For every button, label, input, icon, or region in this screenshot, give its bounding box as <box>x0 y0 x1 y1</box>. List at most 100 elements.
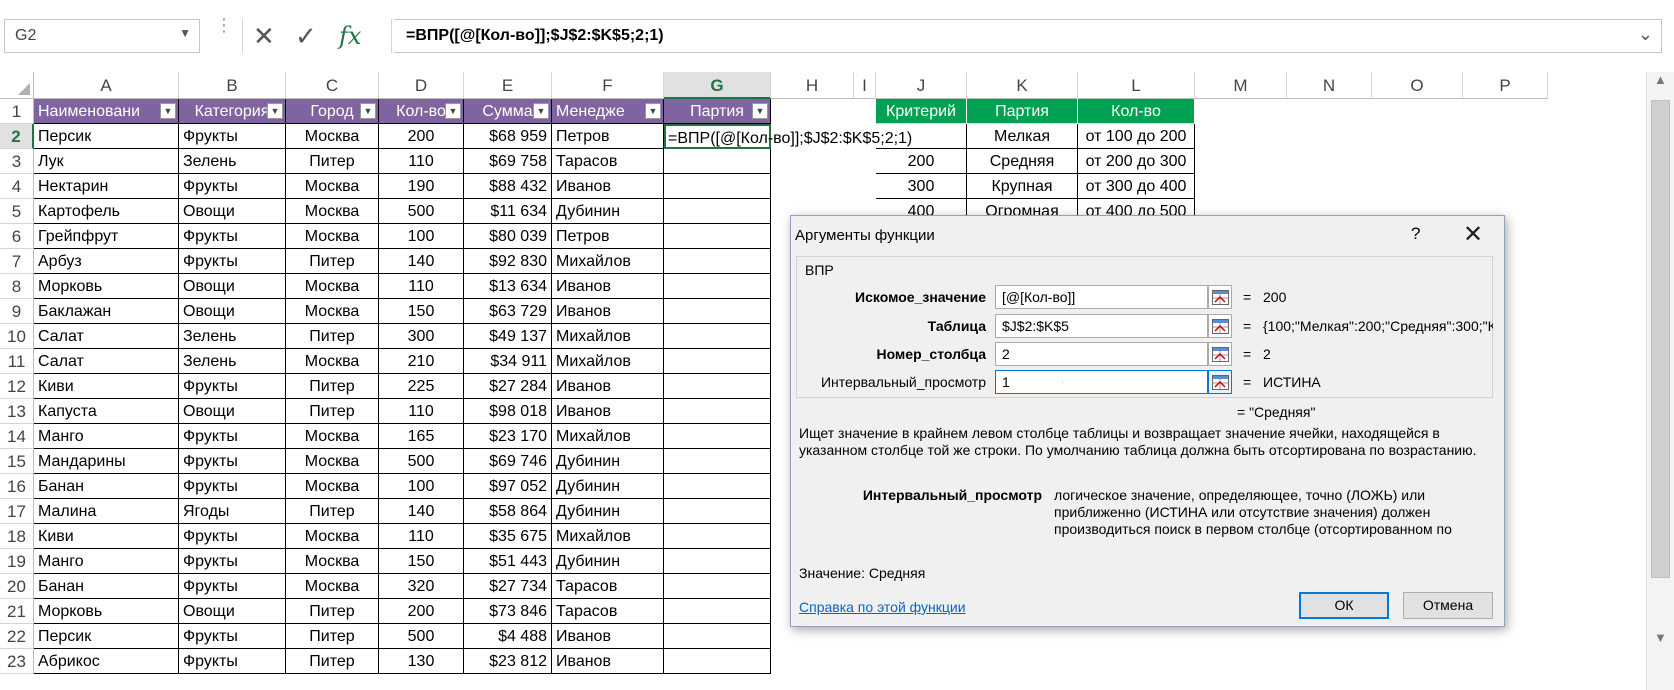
cancel-icon[interactable]: ✕ <box>253 21 275 51</box>
table-cell[interactable]: 300 <box>379 324 464 349</box>
column-header-n[interactable]: N <box>1287 72 1372 99</box>
scrollbar-thumb[interactable] <box>1651 100 1670 578</box>
row-header-21[interactable]: 21 <box>0 599 34 624</box>
column-header-d[interactable]: D <box>379 72 464 99</box>
column-header-a[interactable]: A <box>34 72 179 99</box>
row-header-4[interactable]: 4 <box>0 174 34 199</box>
table-cell[interactable]: Москва <box>286 474 379 499</box>
table-cell[interactable]: Москва <box>286 449 379 474</box>
column-header-c[interactable]: C <box>286 72 379 99</box>
table-cell[interactable]: $51 443 <box>464 549 552 574</box>
table-cell[interactable]: Питер <box>286 399 379 424</box>
table-cell[interactable]: Абрикос <box>34 649 179 674</box>
criteria-cell[interactable]: от 200 до 300 <box>1078 149 1195 174</box>
table-cell[interactable]: 500 <box>379 199 464 224</box>
column-header-i[interactable]: I <box>854 72 876 99</box>
table-cell[interactable]: 110 <box>379 524 464 549</box>
column-header-p[interactable]: P <box>1463 72 1548 99</box>
column-header-g[interactable]: G <box>664 72 771 99</box>
table-header-cell[interactable]: Город ▼ <box>286 99 379 124</box>
table-cell[interactable]: 100 <box>379 224 464 249</box>
table-cell[interactable]: Питер <box>286 374 379 399</box>
table-cell[interactable]: $11 634 <box>464 199 552 224</box>
table-cell[interactable]: $80 039 <box>464 224 552 249</box>
table-cell[interactable]: Фрукты <box>179 424 286 449</box>
criteria-cell[interactable]: Мелкая <box>967 124 1078 149</box>
table-cell[interactable]: 110 <box>379 399 464 424</box>
table-header-cell[interactable]: Сумма ▼ <box>464 99 552 124</box>
table-cell[interactable]: Москва <box>286 549 379 574</box>
table-cell[interactable]: 200 <box>379 599 464 624</box>
criteria-header-cell[interactable]: Кол-во <box>1078 99 1195 124</box>
table-cell[interactable]: Лук <box>34 149 179 174</box>
criteria-cell[interactable]: от 300 до 400 <box>1078 174 1195 199</box>
table-cell[interactable]: Овощи <box>179 274 286 299</box>
table-cell[interactable]: $63 729 <box>464 299 552 324</box>
criteria-cell[interactable]: от 100 до 200 <box>1078 124 1195 149</box>
table-cell[interactable]: Овощи <box>179 199 286 224</box>
help-link[interactable]: Справка по этой функции <box>799 599 966 615</box>
table-cell[interactable]: Персик <box>34 124 179 149</box>
cancel-button[interactable]: Отмена <box>1403 592 1493 619</box>
table-cell[interactable] <box>664 349 771 374</box>
table-cell[interactable]: Москва <box>286 574 379 599</box>
table-cell[interactable] <box>664 599 771 624</box>
row-header-7[interactable]: 7 <box>0 249 34 274</box>
table-cell[interactable] <box>664 574 771 599</box>
table-cell[interactable]: Москва <box>286 224 379 249</box>
table-cell[interactable] <box>664 374 771 399</box>
table-cell[interactable] <box>664 474 771 499</box>
table-cell[interactable]: Питер <box>286 324 379 349</box>
table-cell[interactable]: Овощи <box>179 299 286 324</box>
table-cell[interactable] <box>664 549 771 574</box>
select-all-corner[interactable] <box>0 72 34 99</box>
table-cell[interactable]: 100 <box>379 474 464 499</box>
row-header-6[interactable]: 6 <box>0 224 34 249</box>
insert-function-icon[interactable]: fx <box>339 21 361 51</box>
row-header-9[interactable]: 9 <box>0 299 34 324</box>
table-cell[interactable]: Киви <box>34 374 179 399</box>
table-cell[interactable]: Питер <box>286 599 379 624</box>
chevron-down-icon[interactable]: ▼ <box>179 26 191 40</box>
table-cell[interactable]: 165 <box>379 424 464 449</box>
table-cell[interactable]: Питер <box>286 624 379 649</box>
table-cell[interactable]: Фрукты <box>179 224 286 249</box>
table-cell[interactable]: Фрукты <box>179 374 286 399</box>
table-cell[interactable]: Фрукты <box>179 524 286 549</box>
column-header-e[interactable]: E <box>464 72 552 99</box>
table-cell[interactable]: Михайлов <box>552 324 664 349</box>
filter-dropdown-icon[interactable]: ▼ <box>160 103 176 119</box>
criteria-cell[interactable]: 200 <box>876 149 967 174</box>
table-cell[interactable]: $73 846 <box>464 599 552 624</box>
table-cell[interactable]: Фрукты <box>179 124 286 149</box>
formula-input[interactable]: =ВПР([@[Кол-во]];$J$2:$K$5;2;1) ⌄ <box>394 19 1662 53</box>
table-cell[interactable]: $98 018 <box>464 399 552 424</box>
table-cell[interactable]: Питер <box>286 499 379 524</box>
criteria-header-cell[interactable]: Партия <box>967 99 1078 124</box>
table-cell[interactable]: Малина <box>34 499 179 524</box>
table-cell[interactable]: Москва <box>286 274 379 299</box>
table-cell[interactable]: Иванов <box>552 399 664 424</box>
table-cell[interactable]: Иванов <box>552 374 664 399</box>
table-cell[interactable] <box>664 299 771 324</box>
collapse-dialog-button[interactable] <box>1208 370 1232 394</box>
table-header-cell[interactable]: Категория ▼ <box>179 99 286 124</box>
table-cell[interactable]: Тарасов <box>552 149 664 174</box>
table-cell[interactable]: 130 <box>379 649 464 674</box>
table-cell[interactable]: $23 170 <box>464 424 552 449</box>
arg-input-col-index[interactable]: 2 <box>995 342 1208 366</box>
row-header-22[interactable]: 22 <box>0 624 34 649</box>
column-header-o[interactable]: O <box>1372 72 1463 99</box>
name-box[interactable]: G2 ▼ <box>4 19 200 53</box>
table-cell[interactable]: Грейпфрут <box>34 224 179 249</box>
enter-icon[interactable]: ✓ <box>295 21 317 51</box>
table-cell[interactable]: $27 734 <box>464 574 552 599</box>
table-cell[interactable]: $49 137 <box>464 324 552 349</box>
table-cell[interactable]: Дубинин <box>552 474 664 499</box>
table-cell[interactable]: 500 <box>379 449 464 474</box>
table-cell[interactable] <box>664 524 771 549</box>
arg-input-table-array[interactable]: $J$2:$K$5 <box>995 314 1208 338</box>
table-cell[interactable]: Михайлов <box>552 349 664 374</box>
table-cell[interactable]: Питер <box>286 649 379 674</box>
table-cell[interactable]: Зелень <box>179 324 286 349</box>
